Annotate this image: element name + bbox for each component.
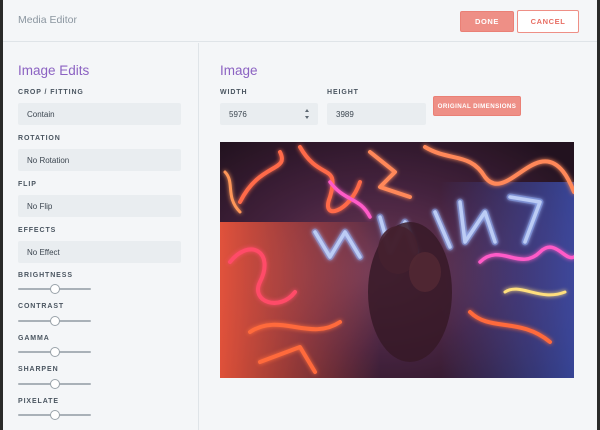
rotation-label: ROTATION	[18, 135, 61, 142]
top-bar: Media Editor DONE CANCEL	[3, 0, 597, 42]
brightness-label: BRIGHTNESS	[18, 272, 73, 279]
width-input[interactable]: 5976	[220, 103, 318, 125]
gamma-label: GAMMA	[18, 335, 50, 342]
app-title: Media Editor	[18, 14, 77, 26]
effects-select[interactable]: No Effect	[18, 241, 181, 263]
width-value: 5976	[229, 109, 247, 119]
flip-label: FLIP	[18, 181, 37, 188]
done-button[interactable]: DONE	[460, 11, 514, 32]
flip-select[interactable]: No Flip	[18, 195, 181, 217]
contrast-label: CONTRAST	[18, 303, 65, 310]
sharpen-slider[interactable]	[18, 378, 91, 390]
media-editor-window: Media Editor DONE CANCEL Image Edits CRO…	[3, 0, 597, 430]
effects-label: EFFECTS	[18, 227, 57, 234]
stepper-down-icon[interactable]	[305, 116, 309, 119]
height-value: 3989	[336, 109, 354, 119]
height-label: HEIGHT	[327, 89, 359, 96]
slider-thumb[interactable]	[49, 410, 60, 420]
gamma-slider[interactable]	[18, 346, 91, 358]
width-stepper[interactable]	[304, 109, 310, 119]
slider-thumb[interactable]	[49, 284, 60, 294]
crop-fitting-label: CROP / FITTING	[18, 89, 84, 96]
slider-thumb[interactable]	[49, 379, 60, 389]
original-dimensions-button[interactable]: ORIGINAL DIMENSIONS	[433, 96, 521, 116]
contrast-slider[interactable]	[18, 315, 91, 327]
width-label: WIDTH	[220, 89, 248, 96]
image-preview	[220, 142, 574, 378]
pixelate-label: PIXELATE	[18, 398, 59, 405]
slider-thumb[interactable]	[49, 316, 60, 326]
cancel-button[interactable]: CANCEL	[517, 10, 579, 33]
slider-thumb[interactable]	[49, 347, 60, 357]
crop-fitting-select[interactable]: Contain	[18, 103, 181, 125]
image-edits-heading: Image Edits	[18, 63, 90, 78]
rotation-select[interactable]: No Rotation	[18, 149, 181, 171]
brightness-slider[interactable]	[18, 283, 91, 295]
pixelate-slider[interactable]	[18, 409, 91, 421]
image-edits-panel: Image Edits CROP / FITTING Contain ROTAT…	[3, 43, 199, 430]
image-panel: Image WIDTH 5976 HEIGHT 3989 ORIGINAL DI…	[200, 43, 597, 430]
sharpen-label: SHARPEN	[18, 366, 59, 373]
image-heading: Image	[220, 63, 258, 78]
height-input[interactable]: 3989	[327, 103, 426, 125]
stepper-up-icon[interactable]	[305, 109, 309, 112]
neon-photo-image	[220, 142, 574, 378]
